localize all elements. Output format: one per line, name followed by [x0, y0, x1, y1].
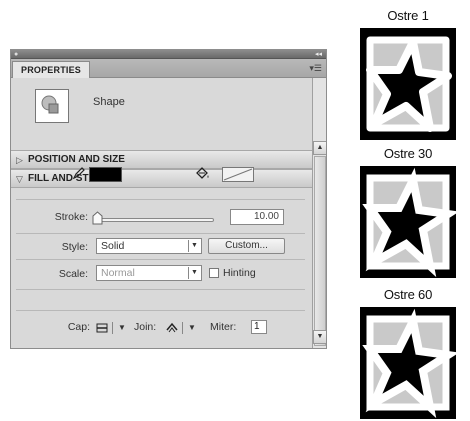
- example-title-1: Ostre 1: [387, 8, 429, 23]
- join-style-icon[interactable]: [165, 321, 179, 333]
- star-example-image-2: [360, 166, 456, 278]
- miter-field[interactable]: 1: [251, 320, 267, 334]
- pencil-icon: [72, 167, 85, 180]
- custom-button[interactable]: Custom...: [208, 238, 285, 254]
- scroll-up-arrow-icon[interactable]: ▲: [313, 141, 326, 155]
- panel-grip-icon: ●: [14, 51, 19, 58]
- divider: [16, 310, 305, 311]
- hinting-checkbox[interactable]: [209, 268, 219, 278]
- scale-select[interactable]: Normal ▼: [96, 265, 202, 281]
- collapse-triangle-icon: ▽: [16, 174, 23, 184]
- miter-label: Miter:: [210, 321, 237, 333]
- scroll-thumb[interactable]: [314, 156, 326, 346]
- separator: [182, 322, 183, 334]
- vertical-scrollbar[interactable]: ▲ ▼: [312, 78, 326, 348]
- scroll-down-arrow-icon[interactable]: ▼: [313, 330, 326, 344]
- example-title-2: Ostre 30: [383, 146, 433, 161]
- scale-label: Scale:: [58, 268, 88, 280]
- stroke-slider-track[interactable]: [96, 218, 214, 222]
- dropdown-arrow-icon: ▼: [188, 267, 200, 279]
- section-position-and-size[interactable]: ▷ POSITION AND SIZE: [11, 150, 312, 169]
- section-fill-and-stroke[interactable]: ▽ FILL AND STROKE: [11, 169, 312, 188]
- panel-titlebar[interactable]: ● ◂◂: [11, 50, 326, 59]
- stroke-label: Stroke:: [54, 211, 88, 223]
- cap-label: Cap:: [67, 321, 90, 333]
- tab-properties[interactable]: PROPERTIES: [12, 61, 91, 79]
- stroke-color-swatch[interactable]: [89, 167, 122, 182]
- panel-menu-icon[interactable]: ▾☰: [309, 61, 322, 75]
- star-example-image-1: [360, 28, 456, 140]
- section-title: POSITION AND SIZE: [28, 154, 125, 165]
- separator: [112, 322, 113, 334]
- expand-triangle-icon: ▷: [16, 155, 23, 165]
- divider: [16, 259, 305, 260]
- shape-icon: [35, 89, 69, 123]
- join-dropdown-arrow-icon[interactable]: ▼: [188, 323, 196, 332]
- paint-bucket-icon: [196, 167, 209, 179]
- cap-dropdown-arrow-icon[interactable]: ▼: [118, 323, 126, 332]
- hinting-label: Hinting: [223, 267, 256, 279]
- style-label: Style:: [61, 241, 88, 253]
- divider: [16, 289, 305, 290]
- stroke-width-field[interactable]: 10.00: [230, 209, 284, 225]
- divider: [16, 233, 305, 234]
- dropdown-arrow-icon: ▼: [188, 240, 200, 252]
- style-value: Solid: [101, 240, 125, 252]
- divider: [16, 199, 305, 200]
- style-select[interactable]: Solid ▼: [96, 238, 202, 254]
- example-title-3: Ostre 60: [383, 287, 433, 302]
- collapse-panel-icon[interactable]: ◂◂: [315, 50, 322, 59]
- star-example-image-3: [360, 307, 456, 419]
- panel-tab-row: PROPERTIES ▾☰: [11, 59, 326, 79]
- fill-color-swatch[interactable]: [222, 167, 254, 182]
- cap-style-icon[interactable]: [96, 323, 108, 333]
- object-type-label: Shape: [93, 96, 125, 108]
- scale-value: Normal: [101, 267, 135, 279]
- stroke-slider-thumb[interactable]: [92, 211, 103, 225]
- join-label: Join:: [134, 321, 157, 333]
